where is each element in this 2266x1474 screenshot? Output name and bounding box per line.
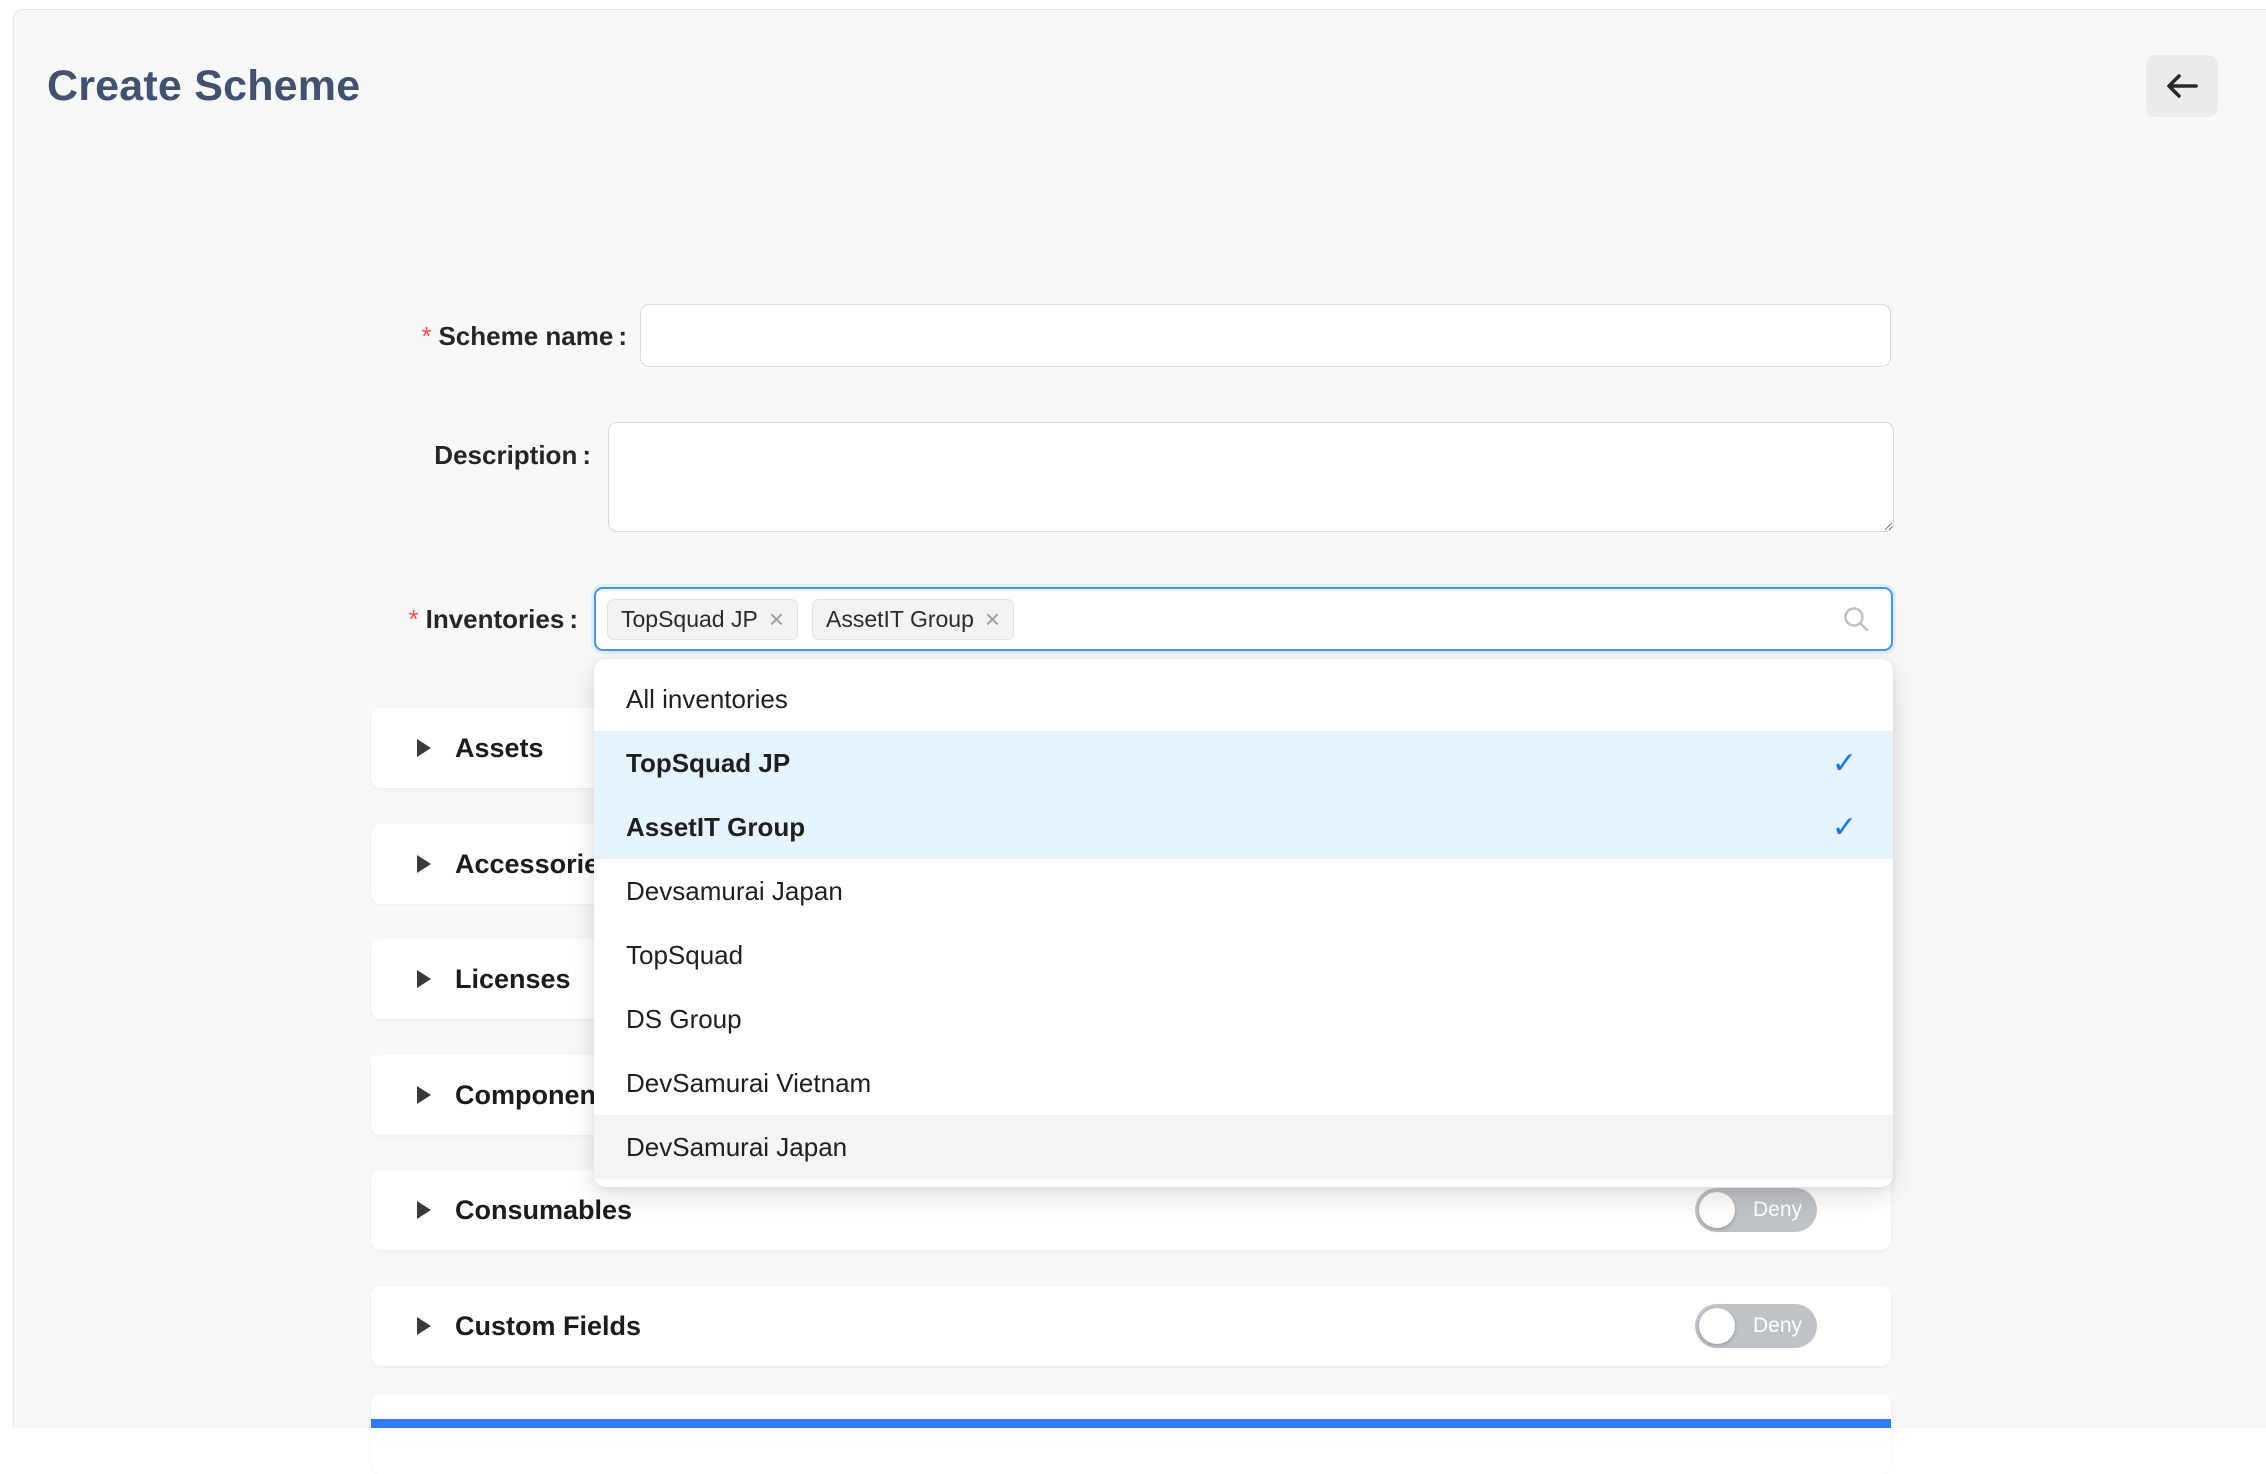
- dropdown-option[interactable]: DevSamurai Japan: [594, 1115, 1893, 1179]
- caret-right-icon: [417, 970, 431, 988]
- required-asterisk: *: [408, 604, 418, 634]
- description-textarea[interactable]: [608, 422, 1894, 532]
- section-partial[interactable]: [371, 1394, 1891, 1474]
- inventories-dropdown: All inventories TopSquad JP✓ AssetIT Gro…: [594, 659, 1893, 1187]
- selected-inventory-tag: TopSquad JP ×: [607, 599, 798, 640]
- search-icon: [1841, 604, 1871, 634]
- scheme-name-input[interactable]: [640, 304, 1891, 367]
- description-label: Description:: [300, 424, 591, 486]
- dropdown-option[interactable]: DevSamurai Vietnam: [594, 1051, 1893, 1115]
- section-custom-fields[interactable]: Custom Fields Deny: [371, 1286, 1891, 1366]
- page-title: Create Scheme: [47, 62, 360, 111]
- label-colon: :: [569, 604, 578, 634]
- toggle-knob: [1699, 1192, 1735, 1228]
- tag-label: TopSquad JP: [621, 606, 758, 633]
- dropdown-option[interactable]: DS Group: [594, 987, 1893, 1051]
- dropdown-option[interactable]: All inventories: [594, 667, 1893, 731]
- tag-label: AssetIT Group: [826, 606, 974, 633]
- caret-right-icon: [417, 739, 431, 757]
- back-button[interactable]: [2146, 55, 2218, 117]
- check-icon: ✓: [1832, 810, 1857, 845]
- selected-inventory-tag: AssetIT Group ×: [812, 599, 1014, 640]
- label-colon: :: [582, 440, 591, 470]
- bottom-blue-bar: [371, 1419, 1891, 1428]
- tag-remove-icon[interactable]: ×: [985, 606, 1000, 632]
- caret-right-icon: [417, 1317, 431, 1335]
- required-asterisk: *: [421, 321, 431, 351]
- toggle-label: Deny: [1753, 1314, 1802, 1338]
- caret-right-icon: [417, 855, 431, 873]
- caret-right-icon: [417, 1201, 431, 1219]
- deny-toggle[interactable]: Deny: [1695, 1304, 1817, 1348]
- check-icon: ✓: [1832, 746, 1857, 781]
- arrow-left-icon: [2162, 71, 2202, 101]
- inventories-label: *Inventories:: [300, 588, 578, 651]
- deny-toggle[interactable]: Deny: [1695, 1188, 1817, 1232]
- dropdown-option[interactable]: TopSquad: [594, 923, 1893, 987]
- inventories-select[interactable]: TopSquad JP × AssetIT Group ×: [594, 587, 1893, 651]
- dropdown-option[interactable]: Devsamurai Japan: [594, 859, 1893, 923]
- scheme-name-label: *Scheme name:: [300, 305, 627, 367]
- dropdown-option[interactable]: TopSquad JP✓: [594, 731, 1893, 795]
- tag-remove-icon[interactable]: ×: [769, 606, 784, 632]
- label-colon: :: [618, 321, 627, 351]
- caret-right-icon: [417, 1086, 431, 1104]
- toggle-knob: [1699, 1308, 1735, 1344]
- toggle-label: Deny: [1753, 1198, 1802, 1222]
- dropdown-option[interactable]: AssetIT Group✓: [594, 795, 1893, 859]
